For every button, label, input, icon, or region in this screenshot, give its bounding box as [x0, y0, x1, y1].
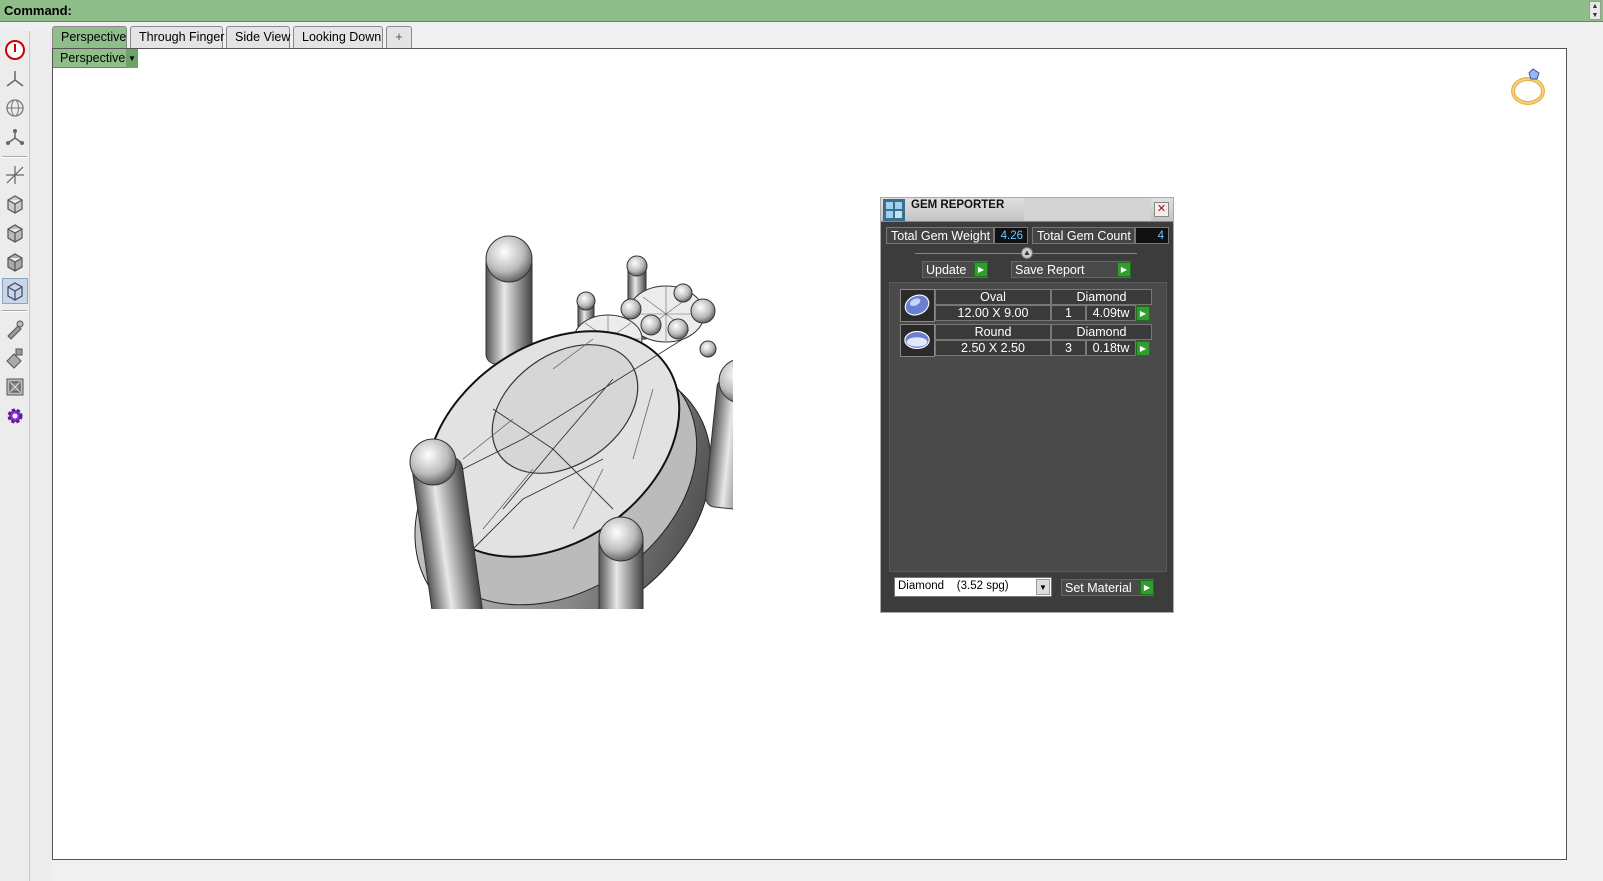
globe-icon[interactable] — [2, 95, 28, 121]
chevron-down-icon[interactable]: ▼ — [126, 49, 138, 68]
cube-icon-3[interactable] — [2, 249, 28, 275]
gem-reporter-icon — [883, 199, 905, 221]
ring-icon[interactable] — [1508, 63, 1548, 107]
command-scroll[interactable]: ▲ ▼ — [1589, 1, 1601, 20]
gem-row-round[interactable]: Round Diamond 2.50 X 2.50 3 0.18tw ▶ — [900, 324, 1152, 357]
update-arrow-icon[interactable]: ▶ — [974, 262, 988, 277]
material-select[interactable]: Diamond (3.52 spg) ▼ — [894, 577, 1052, 597]
titlebar-fill — [1024, 198, 1151, 221]
total-gem-weight-value: 4.26 — [994, 227, 1028, 244]
gem-row-arrow-icon[interactable]: ▶ — [1136, 341, 1150, 356]
dialog-titlebar[interactable]: GEM REPORTER ✕ — [881, 198, 1173, 222]
save-report-button[interactable]: Save Report — [1011, 261, 1131, 278]
save-report-arrow-icon[interactable]: ▶ — [1117, 262, 1131, 277]
chevron-down-icon[interactable]: ▼ — [1036, 579, 1050, 595]
gem-size: 2.50 X 2.50 — [935, 340, 1051, 356]
tab-perspective[interactable]: Perspective — [52, 26, 127, 48]
gem-material: Diamond — [1051, 289, 1152, 305]
tab-side-view[interactable]: Side View — [226, 26, 290, 48]
add-tab-button[interactable]: + — [386, 26, 412, 48]
gear-icon[interactable] — [2, 403, 28, 429]
paint-icon[interactable] — [2, 345, 28, 371]
move-axis-icon[interactable] — [2, 162, 28, 188]
gem-weight: 0.18tw — [1086, 340, 1136, 356]
command-label: Command: — [4, 3, 72, 18]
nodes-icon[interactable] — [2, 124, 28, 150]
frame-icon[interactable] — [2, 374, 28, 400]
close-icon[interactable]: ✕ — [1154, 202, 1169, 217]
gem-count: 1 — [1051, 305, 1086, 321]
left-toolbar — [0, 31, 30, 881]
total-gem-weight-label: Total Gem Weight — [886, 227, 994, 244]
cube-icon-1[interactable] — [2, 191, 28, 217]
material-select-value: Diamond (3.52 spg) — [898, 580, 1009, 592]
total-gem-count-value: 4 — [1135, 227, 1169, 244]
dialog-title: GEM REPORTER — [911, 199, 1005, 211]
cube-icon-4[interactable] — [2, 278, 28, 304]
viewport-label[interactable]: Perspective — [53, 49, 137, 68]
gem-setting-model[interactable] — [353, 209, 733, 609]
gem-weight: 4.09tw — [1086, 305, 1136, 321]
gem-shape: Round — [935, 324, 1051, 340]
toolbar-strip — [30, 31, 52, 881]
viewport-perspective[interactable]: Perspective ▼ — [52, 48, 1567, 860]
gem-row-oval[interactable]: Oval Diamond 12.00 X 9.00 1 4.09tw ▶ — [900, 289, 1152, 322]
gem-material: Diamond — [1051, 324, 1152, 340]
gem-list[interactable]: Oval Diamond 12.00 X 9.00 1 4.09tw ▶ Rou… — [889, 282, 1167, 572]
command-bar[interactable]: Command: ▲ ▼ — [0, 0, 1603, 22]
set-material-arrow-icon[interactable]: ▶ — [1140, 580, 1154, 595]
collapse-handle[interactable]: ▲ — [1021, 247, 1033, 259]
gem-row-arrow-icon[interactable]: ▶ — [1136, 306, 1150, 321]
oval-gem-icon — [900, 289, 935, 322]
power-icon[interactable] — [2, 37, 28, 63]
cube-icon-2[interactable] — [2, 220, 28, 246]
tab-through-finger[interactable]: Through Finger — [130, 26, 224, 48]
brush-icon[interactable] — [2, 316, 28, 342]
gem-size: 12.00 X 9.00 — [935, 305, 1051, 321]
tab-looking-down[interactable]: Looking Down — [293, 26, 383, 48]
gem-count: 3 — [1051, 340, 1086, 356]
total-gem-count-label: Total Gem Count — [1032, 227, 1135, 244]
gem-shape: Oval — [935, 289, 1051, 305]
round-gem-icon — [900, 324, 935, 357]
three-axis-icon[interactable] — [2, 66, 28, 92]
gem-reporter-dialog[interactable]: GEM REPORTER ✕ Total Gem Weight 4.26 Tot… — [880, 197, 1174, 613]
